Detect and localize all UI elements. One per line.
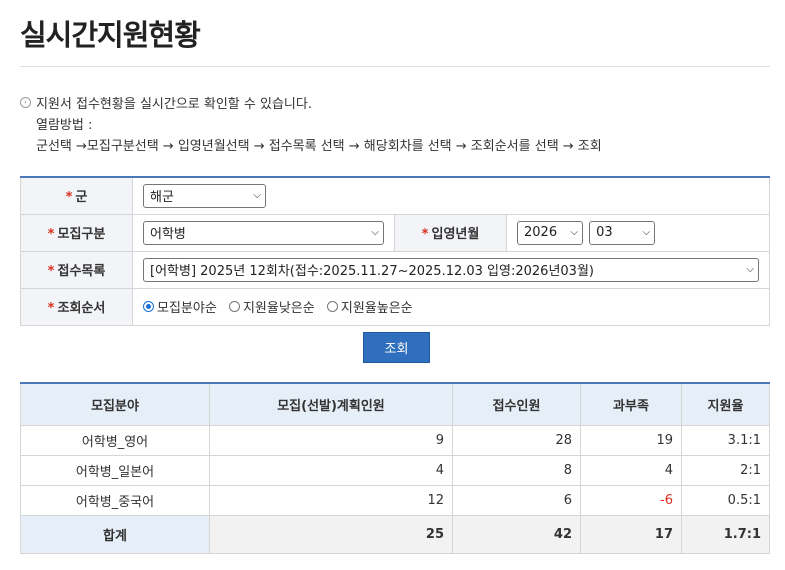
branch-select[interactable]: 해군 ⌵ [143,183,266,208]
radio-selected[interactable] [143,301,154,312]
cell-rate: 0.5:1 [681,485,770,516]
cell-rate: 3.1:1 [681,425,770,456]
search-button[interactable]: 조회 [363,332,430,363]
table-row: 어학병_중국어 12 6 -6 0.5:1 [20,485,770,516]
bullet-icon: › [20,97,31,108]
table-row: 어학병_일본어 4 8 4 2:1 [20,455,770,486]
chevron-down-icon: ⌵ [642,227,651,238]
order-radio-low[interactable]: 지원율낮은순 [228,297,315,316]
cell-total-label: 합계 [20,515,210,554]
branch-label: * 군 [20,176,133,215]
col-header-diff: 과부족 [580,382,682,426]
search-form: * 군 해군 ⌵ * 모집구분 어학병 ⌵ * 입영년월 2026 ⌵ 03 ⌵ * 접수목록 … [20,176,770,326]
cell-diff: 19 [580,425,682,456]
cell-field: 어학병_중국어 [20,485,210,516]
enlist-label: * 입영년월 [394,213,507,252]
info-line-3: 군선택 →모집구분선택 → 입영년월선택 → 접수목록 선택 → 해당회차를 선… [36,139,602,154]
order-radio-field[interactable]: 모집분야순 [143,297,217,316]
total-row: 합계 25 42 17 1.7:1 [20,515,770,554]
list-select[interactable]: [어학병] 2025년 12회차(접수:2025.11.27~2025.12.0… [143,257,759,282]
cell-field: 어학병_영어 [20,425,210,456]
order-label: * 조회순서 [20,287,133,326]
col-header-rate: 지원율 [681,382,770,426]
year-select[interactable]: 2026 ⌵ [517,220,583,245]
order-radio-high[interactable]: 지원율높은순 [326,297,413,316]
chevron-down-icon: ⌵ [570,227,578,238]
table-row: 어학병_영어 9 28 19 3.1:1 [20,425,770,456]
cell-diff: 4 [580,455,682,486]
cell-rate: 1.7:1 [681,515,770,554]
info-box: › 지원서 접수현황을 실시간으로 확인할 수 있습니다. 열람방법 : 군선택… [20,94,602,157]
category-select[interactable]: 어학병 ⌵ [143,220,384,245]
cell-rate: 2:1 [681,455,770,486]
info-line-1: 지원서 접수현황을 실시간으로 확인할 수 있습니다. [36,97,312,112]
list-label: * 접수목록 [20,250,133,289]
cell-plan: 9 [209,425,453,456]
title-divider [20,66,770,67]
col-header-field: 모집분야 [20,382,210,426]
radio[interactable] [228,301,240,312]
results-table: 모집분야 모집(선발)계획인원 접수인원 과부족 지원율 어학병_영어 9 28… [20,382,770,554]
page-title: 실시간지원현황 [20,18,201,52]
chevron-down-icon: ⌵ [371,227,379,238]
cell-diff: -6 [580,485,682,516]
cell-plan: 12 [209,485,453,516]
radio[interactable] [326,301,338,312]
info-line-2: 열람방법 : [36,118,93,133]
cell-diff: 17 [580,515,682,554]
cell-field: 어학병_일본어 [20,455,210,486]
category-label: * 모집구분 [20,213,133,252]
cell-plan: 4 [209,455,453,486]
cell-plan: 25 [209,515,453,554]
cell-applied: 8 [452,455,581,486]
col-header-applied: 접수인원 [452,382,581,426]
month-select[interactable]: 03 ⌵ [589,220,656,245]
cell-applied: 42 [452,515,581,554]
col-header-plan: 모집(선발)계획인원 [209,382,453,426]
chevron-down-icon: ⌵ [746,264,754,275]
cell-applied: 28 [452,425,581,456]
chevron-down-icon: ⌵ [253,190,261,202]
cell-applied: 6 [452,485,581,516]
